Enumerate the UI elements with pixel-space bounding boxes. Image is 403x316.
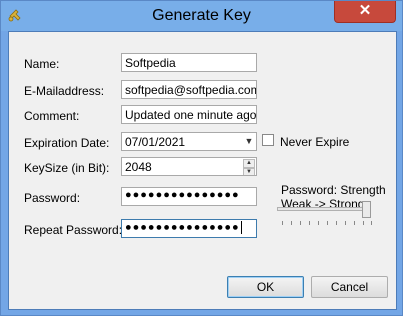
slider-tick <box>309 221 310 225</box>
keysize-label: KeySize (in Bit): <box>24 161 110 175</box>
repeat-password-input[interactable]: ●●●●●●●●●●●●●●● <box>121 219 257 238</box>
chevron-down-icon[interactable]: ▼ <box>244 136 254 146</box>
slider-tick <box>363 221 364 225</box>
comment-input[interactable]: Updated one minute ago. <box>121 105 257 124</box>
slider-tick <box>371 221 372 225</box>
spin-down-icon[interactable]: ▼ <box>243 168 255 175</box>
strength-slider-track <box>277 207 371 211</box>
text-caret <box>240 221 242 234</box>
strength-slider-thumb[interactable] <box>362 201 371 218</box>
title-bar[interactable]: Generate Key ✕ <box>1 1 402 31</box>
slider-tick <box>327 221 328 225</box>
never-expire-checkbox[interactable] <box>262 134 274 146</box>
password-label: Password: <box>24 191 81 205</box>
generate-key-dialog: Generate Key ✕ Name: Softpedia E-Mailadd… <box>0 0 403 316</box>
ok-button[interactable]: OK <box>227 276 304 298</box>
never-expire-label[interactable]: Never Expire <box>280 135 349 149</box>
keysize-stepper[interactable]: 2048 ▲ ▼ <box>121 157 257 176</box>
email-label: E-Mailaddress: <box>24 84 105 98</box>
slider-tick <box>318 221 319 225</box>
name-input[interactable]: Softpedia <box>121 53 257 72</box>
slider-tick <box>282 221 283 225</box>
cancel-button[interactable]: Cancel <box>311 276 388 298</box>
expiration-date-picker[interactable]: 07/01/2021 ▼ <box>121 132 257 151</box>
keysize-value: 2048 <box>125 160 152 174</box>
email-input[interactable]: softpedia@softpedia.com <box>121 80 257 99</box>
slider-tick <box>354 221 355 225</box>
slider-tick <box>291 221 292 225</box>
password-input[interactable]: ●●●●●●●●●●●●●●● <box>121 187 257 206</box>
dialog-body: Name: Softpedia E-Mailaddress: softpedia… <box>8 31 397 310</box>
name-label: Name: <box>24 57 60 71</box>
expiration-date-value: 07/01/2021 <box>125 135 186 149</box>
spin-up-icon[interactable]: ▲ <box>243 159 255 168</box>
repeat-password-label: Repeat Password: <box>24 223 123 237</box>
slider-tick <box>300 221 301 225</box>
expiration-label: Expiration Date: <box>24 136 110 150</box>
strength-label: Password: Strength <box>281 183 386 197</box>
repeat-password-value: ●●●●●●●●●●●●●●● <box>125 221 240 234</box>
slider-tick <box>345 221 346 225</box>
close-button[interactable]: ✕ <box>334 1 396 23</box>
comment-label: Comment: <box>24 109 80 123</box>
keysize-spinner[interactable]: ▲ ▼ <box>243 159 255 175</box>
slider-tick <box>336 221 337 225</box>
